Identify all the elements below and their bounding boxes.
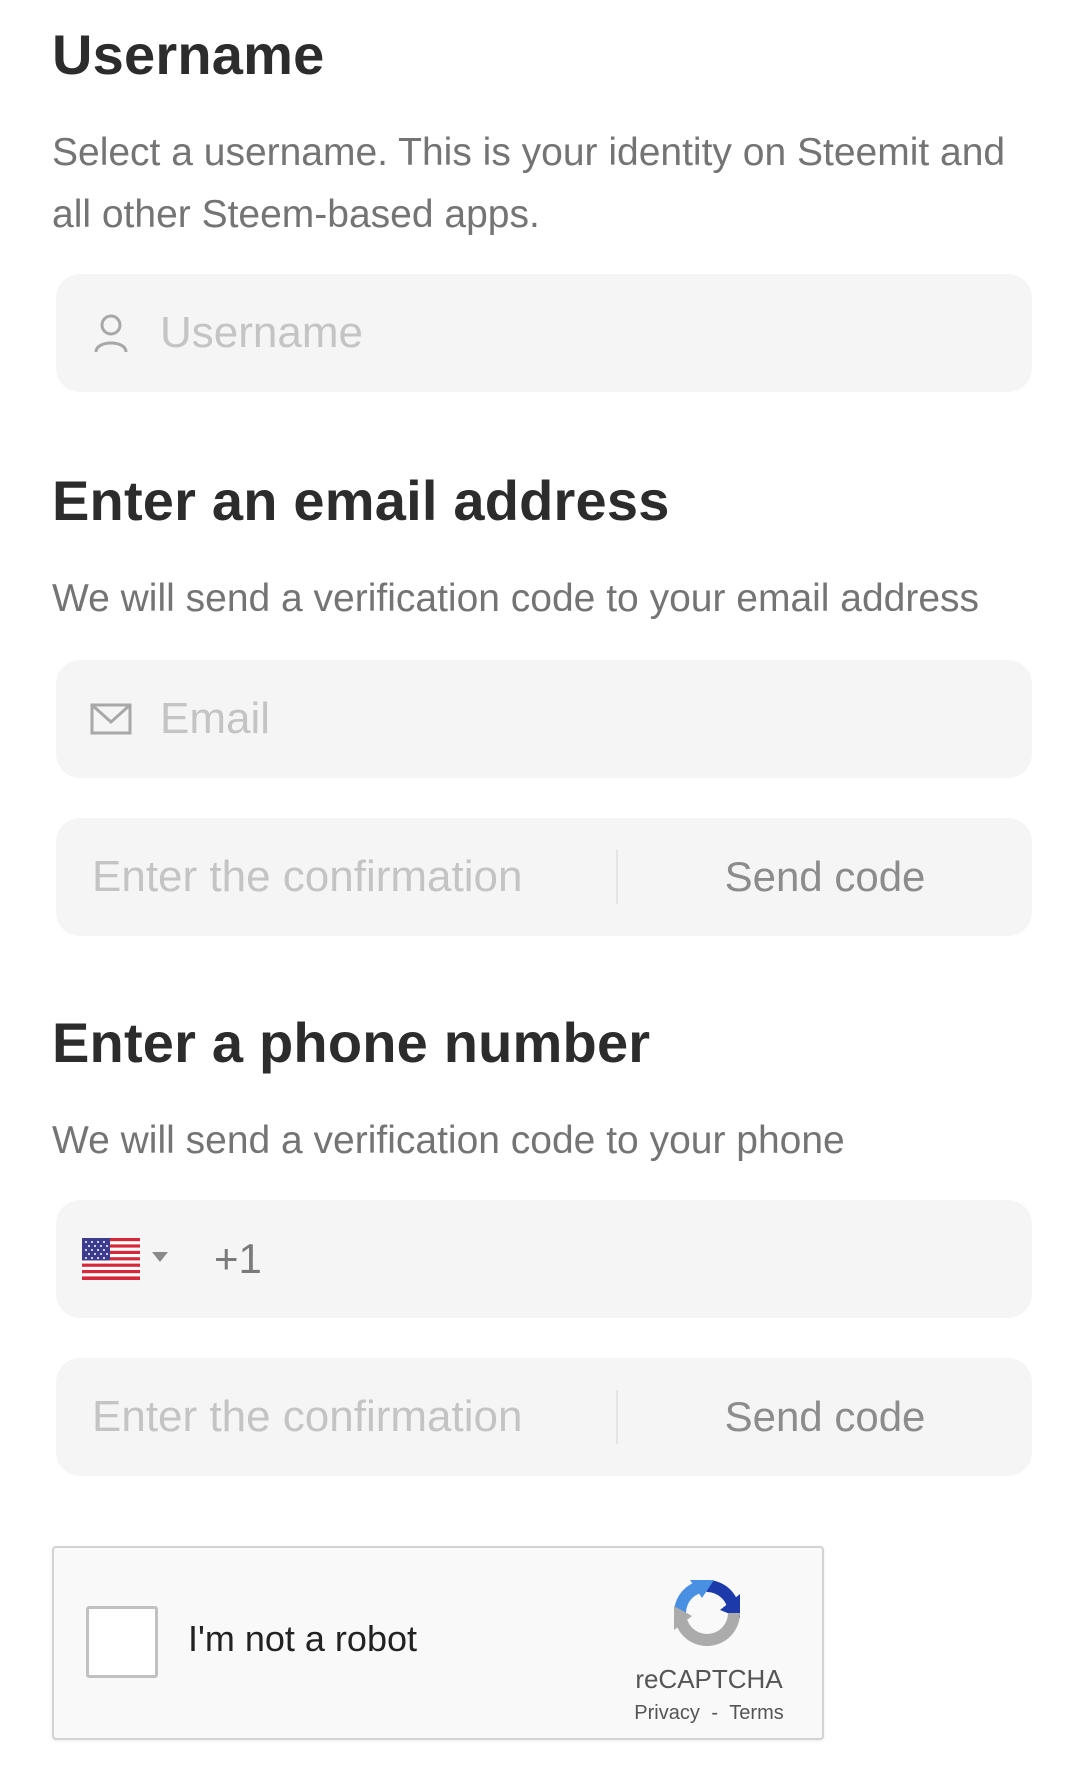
terms-link[interactable]: Terms: [729, 1702, 783, 1724]
username-field[interactable]: [56, 274, 1032, 392]
email-heading: Enter an email address: [52, 469, 670, 532]
us-flag-icon: [82, 1238, 140, 1280]
username-heading: Username: [52, 23, 325, 86]
recaptcha-brand: reCAPTCHA: [635, 1664, 783, 1694]
username-description-wrap: Select a username. This is your identity…: [52, 122, 1012, 246]
email-code-field: Send code: [56, 818, 1032, 936]
username-section: Username: [52, 22, 1032, 88]
phone-description-wrap: We will send a verification code to your…: [52, 1110, 1032, 1172]
email-description-wrap: We will send a verification code to your…: [52, 568, 1032, 630]
phone-field: +1: [56, 1200, 1032, 1318]
email-code-input[interactable]: [92, 818, 632, 936]
recaptcha-label: I'm not a robot: [188, 1618, 417, 1659]
email-input[interactable]: [160, 660, 1000, 778]
user-icon: [94, 314, 128, 353]
link-separator: -: [711, 1702, 719, 1724]
username-input[interactable]: [160, 274, 1000, 392]
recaptcha-links: Privacy - Terms: [604, 1702, 814, 1725]
email-description: We will send a verification code to your…: [52, 577, 980, 620]
privacy-link[interactable]: Privacy: [634, 1702, 700, 1724]
phone-heading: Enter a phone number: [52, 1011, 651, 1074]
username-description: Select a username. This is your identity…: [52, 131, 1006, 236]
recaptcha-widget: I'm not a robot reCAPTCHA Privacy - Term…: [52, 1546, 824, 1740]
email-section: Enter an email address: [52, 468, 1032, 534]
mail-icon: [90, 703, 132, 735]
email-field[interactable]: [56, 660, 1032, 778]
phone-code-input[interactable]: [92, 1358, 632, 1476]
recaptcha-checkbox[interactable]: [86, 1606, 158, 1678]
dial-code: +1: [214, 1235, 262, 1282]
phone-section: Enter a phone number: [52, 1010, 1032, 1076]
phone-description: We will send a verification code to your…: [52, 1119, 845, 1162]
phone-send-code-button[interactable]: Send code: [618, 1358, 1032, 1476]
country-selector[interactable]: [56, 1200, 196, 1318]
phone-input[interactable]: [288, 1200, 1008, 1318]
phone-code-field: Send code: [56, 1358, 1032, 1476]
recaptcha-logo-icon: [674, 1580, 740, 1646]
email-send-code-button[interactable]: Send code: [618, 818, 1032, 936]
chevron-down-icon: [152, 1252, 168, 1262]
